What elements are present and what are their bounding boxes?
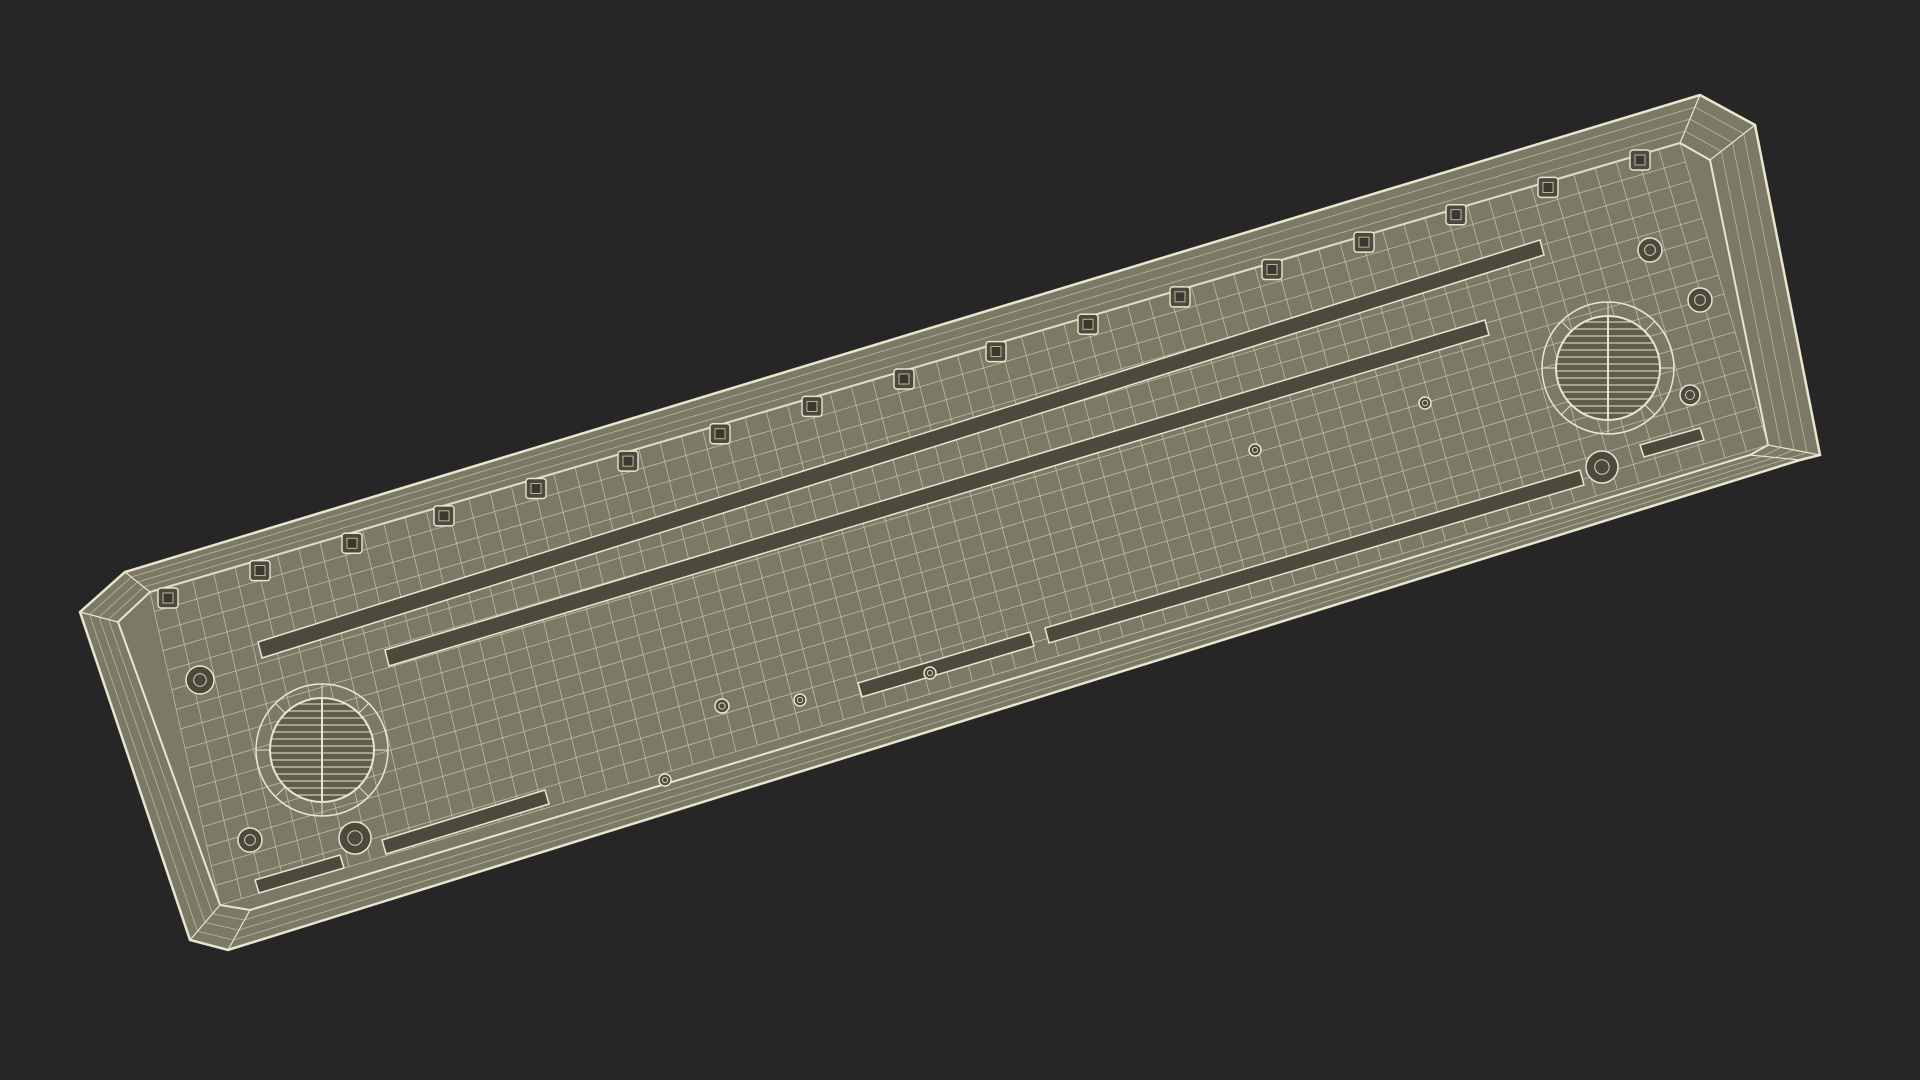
mounting-stud [249, 559, 271, 582]
boss [237, 827, 263, 853]
stud-top [1542, 181, 1554, 193]
stud-top [1358, 236, 1370, 248]
mounting-stud [709, 423, 731, 445]
stud-top [622, 455, 634, 467]
mounting-stud [433, 505, 455, 527]
boss [793, 693, 807, 707]
stud-top [898, 373, 910, 385]
stud-top [806, 400, 818, 412]
mounting-stud [1537, 176, 1559, 199]
mounting-stud [525, 477, 547, 500]
boss [714, 698, 730, 714]
mounting-stud [341, 532, 363, 554]
mounting-stud [1629, 149, 1651, 171]
mounting-stud [1169, 286, 1191, 308]
boss [1679, 384, 1701, 406]
stud-top [438, 510, 450, 522]
stud-top [1266, 264, 1278, 275]
right-round-vent [1541, 301, 1675, 435]
mounting-stud [157, 587, 179, 609]
mounting-stud [1077, 313, 1099, 335]
stud-top [162, 592, 174, 604]
stud-top [1450, 209, 1462, 221]
stud-top [530, 483, 542, 494]
boss [1687, 287, 1713, 313]
boss [1637, 237, 1663, 263]
boss [923, 666, 937, 680]
boss [1585, 450, 1619, 484]
stud-top [714, 428, 726, 440]
wireframe-scene [0, 0, 1920, 1080]
mounting-stud [985, 340, 1007, 363]
boss [658, 773, 672, 787]
stud-top [1174, 291, 1186, 303]
mounting-stud [893, 368, 915, 390]
boss [1418, 396, 1432, 410]
mounting-stud [1261, 258, 1283, 281]
stud-top [254, 565, 266, 577]
mounting-stud [801, 395, 823, 418]
boss [185, 665, 215, 695]
boss [1248, 443, 1262, 457]
stud-top [1634, 154, 1646, 166]
mounting-stud [617, 450, 639, 472]
mounting-stud [1353, 231, 1375, 253]
stud-top [346, 537, 358, 549]
stud-top [990, 346, 1002, 358]
boss [338, 821, 372, 855]
stud-top [1082, 318, 1094, 330]
mounting-stud [1445, 204, 1467, 226]
left-round-vent [255, 683, 389, 817]
